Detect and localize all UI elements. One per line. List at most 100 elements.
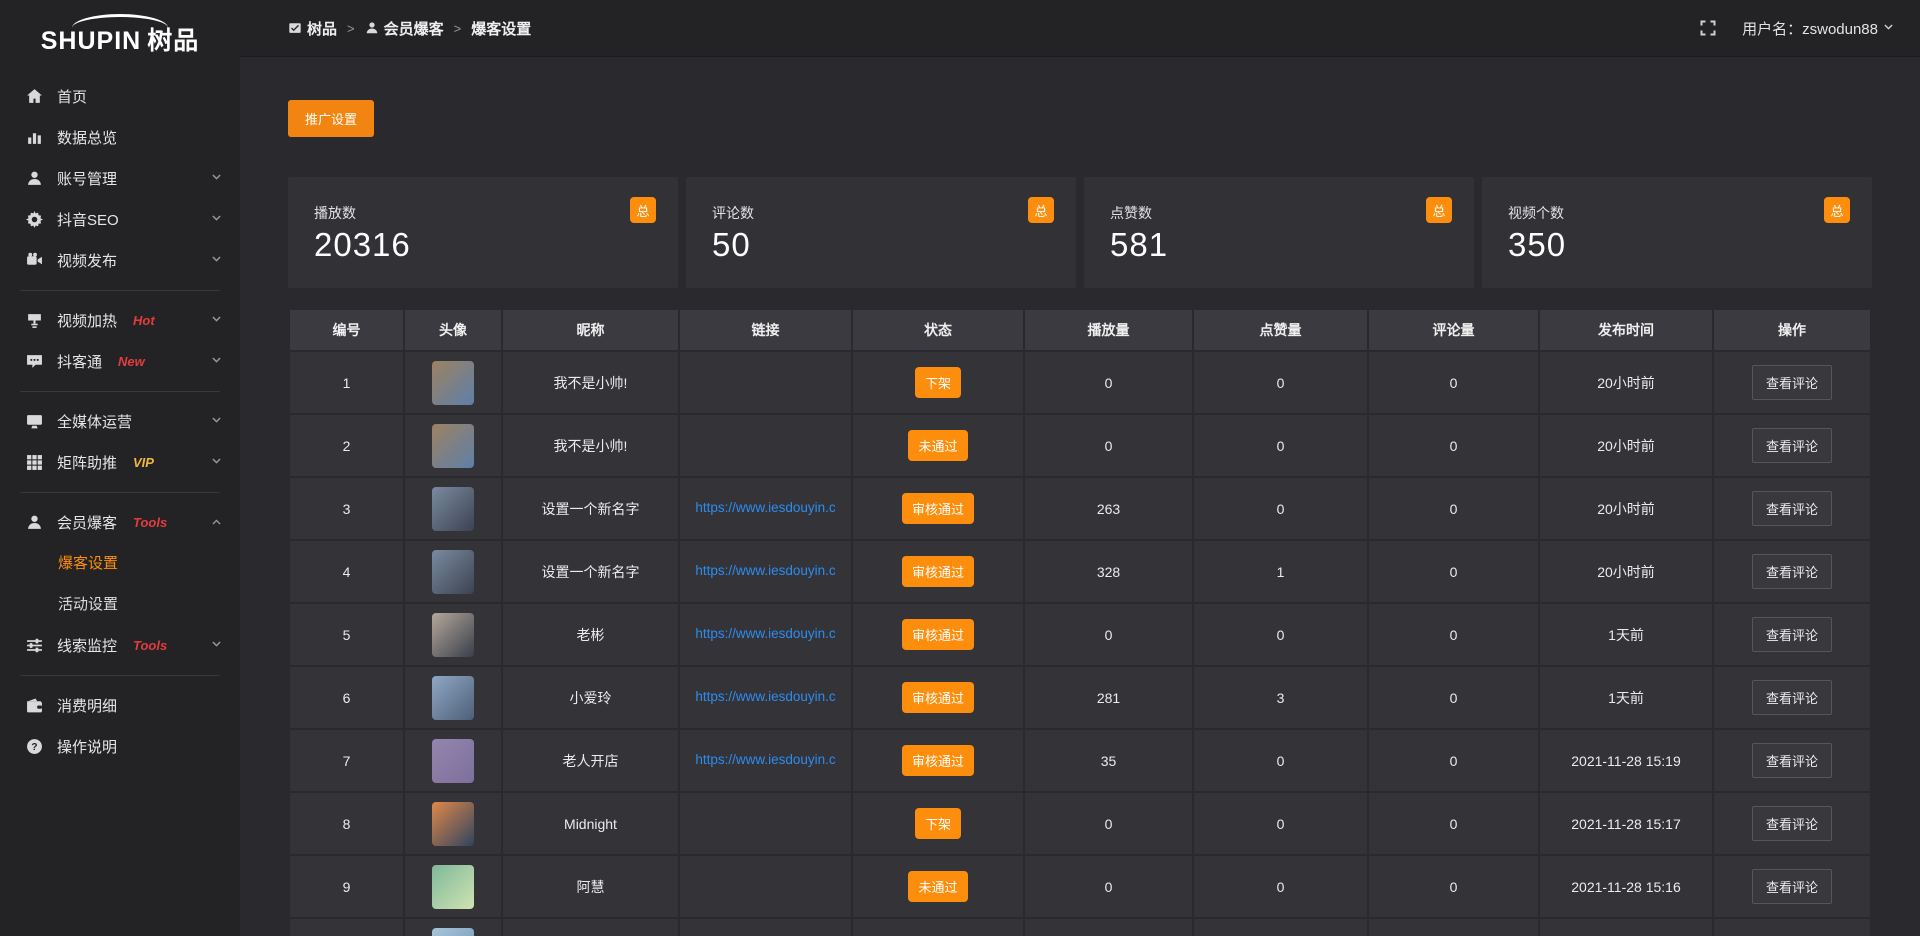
avatar [432, 928, 474, 936]
view-comments-button[interactable]: 查看评论 [1752, 869, 1832, 904]
sidebar-item-2[interactable]: 数据总览 [0, 117, 240, 158]
view-comments-button[interactable]: 查看评论 [1752, 491, 1832, 526]
sidebar-item-badge: Hot [133, 313, 155, 328]
stat-card-1: 播放数20316总 [288, 177, 678, 288]
breadcrumb-item-2[interactable]: 会员爆客 [365, 18, 444, 39]
status-badge: 下架 [915, 367, 961, 398]
table-row-1: 1我不是小帅!下架00020小时前查看评论 [289, 351, 1871, 414]
cell-status: 审核通过 [852, 540, 1024, 603]
sidebar-item-9[interactable]: 矩阵助推VIP [0, 442, 240, 483]
sidebar-item-7[interactable]: 抖客通New [0, 341, 240, 382]
sidebar-item-11[interactable]: 线索监控Tools [0, 625, 240, 666]
avatar [432, 865, 474, 909]
avatar [432, 613, 474, 657]
cell-avatar [404, 666, 502, 729]
sidebar-item-10[interactable]: 会员爆客Tools [0, 502, 240, 543]
video-link[interactable]: https://www.iesdouyin.c [695, 689, 835, 704]
sidebar-item-label: 抖音SEO [57, 209, 119, 230]
cell-likes: 0 [1193, 855, 1368, 918]
cell-avatar [404, 918, 502, 936]
status-badge: 未通过 [908, 430, 967, 461]
sidebar-item-label: 视频加热 [57, 310, 117, 331]
cell-avatar [404, 540, 502, 603]
cell-comments: 0 [1368, 855, 1539, 918]
cell-actions: 查看评论 [1713, 855, 1871, 918]
avatar [432, 550, 474, 594]
cell-link [679, 918, 852, 936]
user-icon [365, 21, 379, 35]
cell-time: 1天前 [1539, 603, 1713, 666]
table-row-2: 2我不是小帅!未通过00020小时前查看评论 [289, 414, 1871, 477]
view-comments-button[interactable]: 查看评论 [1752, 554, 1832, 589]
chart-icon [26, 129, 43, 146]
cell-link: https://www.iesdouyin.c [679, 540, 852, 603]
view-comments-button[interactable]: 查看评论 [1752, 617, 1832, 652]
avatar [432, 676, 474, 720]
video-link[interactable]: https://www.iesdouyin.c [695, 752, 835, 767]
table-header-row: 编号头像昵称链接状态播放量点赞量评论量发布时间操作 [289, 309, 1871, 351]
cell-nickname: 阿慧 [502, 855, 679, 918]
sidebar-subitem-1[interactable]: 爆客设置 [0, 543, 240, 584]
status-badge: 审核通过 [902, 619, 974, 650]
view-comments-button[interactable]: 查看评论 [1752, 680, 1832, 715]
cell-plays: 0 [1024, 792, 1193, 855]
breadcrumb-item-1[interactable]: 树品 [288, 18, 337, 39]
sidebar-menu: 首页数据总览账号管理抖音SEO 视频发布视频加热 Hot 抖客通New 全媒体运营矩阵助… [0, 76, 240, 767]
cell-status: 未通过 [852, 855, 1024, 918]
cell-plays: 0 [1024, 855, 1193, 918]
sidebar-item-badge: New [118, 354, 145, 369]
cell-plays: 0 [1024, 603, 1193, 666]
total-badge: 总 [1426, 197, 1452, 223]
video-link[interactable]: https://www.iesdouyin.c [695, 626, 835, 641]
logo-text: SHUPIN树品 [41, 29, 199, 54]
sidebar-item-12[interactable]: 消费明细 [0, 685, 240, 726]
cell-comments: 0 [1368, 477, 1539, 540]
sidebar-item-1[interactable]: 首页 [0, 76, 240, 117]
cell-plays: 0 [1024, 351, 1193, 414]
chevron-down-icon [211, 211, 222, 228]
sidebar-item-3[interactable]: 账号管理 [0, 158, 240, 199]
cell-likes: 0 [1193, 414, 1368, 477]
videos-table: 编号头像昵称链接状态播放量点赞量评论量发布时间操作 1我不是小帅!下架00020… [288, 308, 1872, 936]
cell-actions: 查看评论 [1713, 792, 1871, 855]
avatar [432, 487, 474, 531]
menu-divider [20, 492, 220, 493]
cell-link [679, 414, 852, 477]
view-comments-button[interactable]: 查看评论 [1752, 365, 1832, 400]
sidebar: SHUPIN树品 首页数据总览账号管理抖音SEO 视频发布视频加热 Hot 抖客通Ne… [0, 0, 240, 936]
cell-link [679, 855, 852, 918]
cell-id [289, 918, 404, 936]
member-icon [26, 514, 43, 531]
sidebar-item-4[interactable]: 抖音SEO [0, 199, 240, 240]
stat-card-label: 评论数 [712, 203, 1052, 223]
cell-avatar [404, 855, 502, 918]
column-header-6: 播放量 [1024, 309, 1193, 351]
sidebar-item-13[interactable]: ?操作说明 [0, 726, 240, 767]
logo[interactable]: SHUPIN树品 [0, 0, 240, 62]
sidebar-subitem-2[interactable]: 活动设置 [0, 584, 240, 625]
promo-settings-button[interactable]: 推广设置 [288, 100, 374, 137]
sidebar-item-5[interactable]: 视频发布 [0, 240, 240, 281]
cell-link: https://www.iesdouyin.c [679, 477, 852, 540]
video-link[interactable]: https://www.iesdouyin.c [695, 500, 835, 515]
chevron-down-icon [211, 454, 222, 471]
cell-nickname: 小爱玲 [502, 666, 679, 729]
view-comments-button[interactable]: 查看评论 [1752, 743, 1832, 778]
svg-text:?: ? [31, 742, 37, 753]
cell-likes: 0 [1193, 603, 1368, 666]
view-comments-button[interactable]: 查看评论 [1752, 806, 1832, 841]
breadcrumb-separator: > [347, 21, 355, 36]
column-header-3: 昵称 [502, 309, 679, 351]
sidebar-item-6[interactable]: 视频加热 Hot [0, 300, 240, 341]
sidebar-item-8[interactable]: 全媒体运营 [0, 401, 240, 442]
fullscreen-icon[interactable] [1700, 20, 1716, 36]
breadcrumb-separator: > [454, 21, 462, 36]
cell-comments: 0 [1368, 729, 1539, 792]
view-comments-button[interactable]: 查看评论 [1752, 428, 1832, 463]
cell-likes: 0 [1193, 792, 1368, 855]
cell-status: 审核通过 [852, 666, 1024, 729]
cell-time: 2021-11-28 15:17 [1539, 792, 1713, 855]
video-link[interactable]: https://www.iesdouyin.c [695, 563, 835, 578]
user-dropdown[interactable]: 用户名：zswodun88 [1742, 18, 1894, 39]
avatar [432, 802, 474, 846]
